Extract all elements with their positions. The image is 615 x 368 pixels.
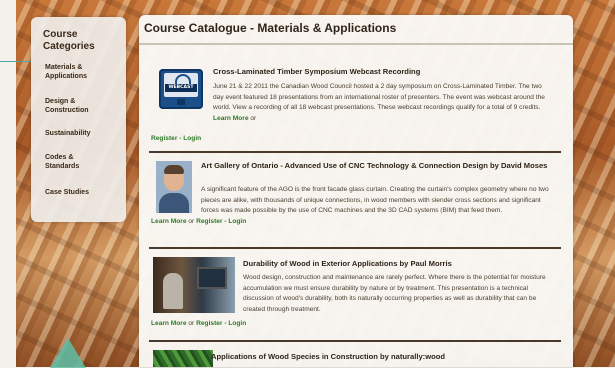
course-item-ago-cnc: Art Gallery of Ontario - Advanced Use of… bbox=[151, 157, 561, 249]
course-description: Wood design, construction and maintenanc… bbox=[243, 273, 553, 317]
sidebar-heading: Course Categories bbox=[43, 29, 95, 52]
course-categories-sidebar: Course Categories Materials & Applicatio… bbox=[31, 17, 126, 222]
course-description: June 21 & 22 2011 the Canadian Wood Coun… bbox=[213, 82, 551, 136]
sidebar-item-case-studies[interactable]: Case Studies bbox=[45, 188, 121, 197]
learn-more-link[interactable]: Learn More bbox=[213, 115, 249, 122]
decorative-triangle bbox=[50, 338, 86, 368]
webcast-label: WEBCAST bbox=[165, 84, 197, 92]
course-item-clt-webcast: WEBCAST Cross-Laminated Timber Symposium… bbox=[151, 63, 561, 149]
description-text: A significant feature of the AGO is the … bbox=[201, 186, 549, 214]
divider bbox=[149, 247, 561, 249]
register-login-link[interactable]: Register - Login bbox=[196, 218, 246, 225]
sidebar-item-design-construction[interactable]: Design & Construction bbox=[45, 97, 121, 115]
or-text: or bbox=[188, 218, 195, 225]
course-links-row: Learn More or Register - Login bbox=[151, 217, 561, 229]
register-login-link[interactable]: Register - Login bbox=[196, 320, 246, 327]
course-title[interactable]: Applications of Wood Species in Construc… bbox=[211, 352, 551, 362]
register-row: Register - Login bbox=[151, 134, 351, 145]
divider bbox=[149, 151, 561, 153]
learn-more-link[interactable]: Learn More bbox=[151, 320, 187, 327]
webcast-icon[interactable]: WEBCAST bbox=[159, 69, 203, 109]
sidebar-item-materials-applications[interactable]: Materials & Applications bbox=[45, 63, 121, 81]
course-description: A significant feature of the AGO is the … bbox=[201, 185, 549, 219]
wood-species-thumbnail[interactable] bbox=[153, 350, 213, 367]
sidebar-item-sustainability[interactable]: Sustainability bbox=[45, 129, 121, 138]
course-title[interactable]: Cross-Laminated Timber Symposium Webcast… bbox=[213, 67, 553, 77]
page-title: Course Catalogue - Materials & Applicati… bbox=[144, 21, 397, 35]
course-title[interactable]: Art Gallery of Ontario - Advanced Use of… bbox=[201, 161, 551, 171]
course-links-row: Learn More or Register - Login bbox=[151, 319, 561, 330]
sidebar-item-codes-standards[interactable]: Codes & Standards bbox=[45, 153, 121, 171]
course-title[interactable]: Durability of Wood in Exterior Applicati… bbox=[243, 259, 553, 269]
catalogue-header: Course Catalogue - Materials & Applicati… bbox=[139, 15, 573, 45]
description-text: Wood design, construction and maintenanc… bbox=[243, 274, 546, 313]
or-text: or bbox=[250, 114, 257, 122]
presenter-photo[interactable] bbox=[156, 161, 192, 213]
course-item-wood-species: Applications of Wood Species in Construc… bbox=[151, 348, 561, 367]
course-catalogue-panel: Course Catalogue - Materials & Applicati… bbox=[139, 15, 573, 367]
decorative-line bbox=[0, 61, 34, 62]
register-login-link[interactable]: Register - Login bbox=[151, 135, 201, 142]
divider bbox=[149, 340, 561, 342]
learn-more-link[interactable]: Learn More bbox=[151, 218, 187, 225]
description-text: June 21 & 22 2011 the Canadian Wood Coun… bbox=[213, 83, 545, 111]
workshop-photo[interactable] bbox=[153, 257, 235, 313]
course-item-durability: Durability of Wood in Exterior Applicati… bbox=[151, 255, 561, 341]
or-text: or bbox=[188, 320, 195, 327]
